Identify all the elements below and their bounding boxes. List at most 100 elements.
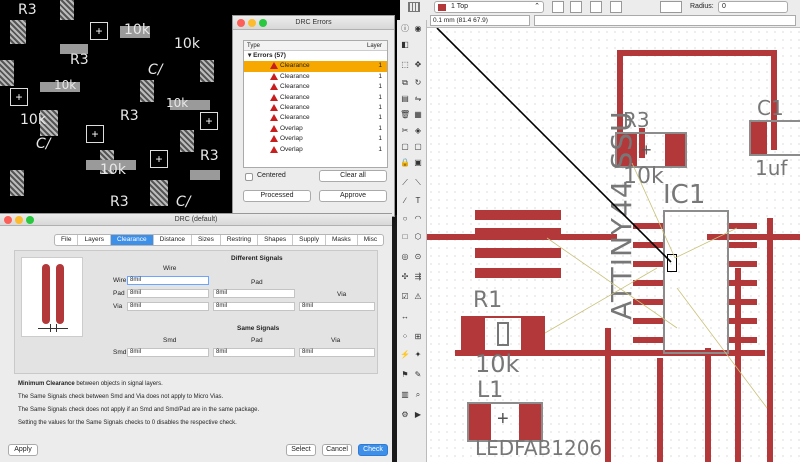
rotate-icon[interactable]: ↻ bbox=[413, 78, 423, 88]
optimize-icon[interactable]: ✎ bbox=[413, 370, 423, 380]
layers-icon[interactable]: ◧ bbox=[400, 40, 410, 50]
error-row[interactable]: Clearance 1 bbox=[244, 72, 387, 82]
command-line-input[interactable] bbox=[534, 15, 796, 26]
group-icon[interactable]: ▦ bbox=[413, 110, 423, 120]
tab-file[interactable]: File bbox=[55, 235, 79, 245]
layer-select[interactable]: 1 Top ⌃ bbox=[434, 1, 544, 13]
centered-checkbox[interactable] bbox=[245, 173, 253, 181]
error-row[interactable]: Overlap 1 bbox=[244, 145, 387, 155]
zoom-icon[interactable] bbox=[259, 19, 267, 27]
smd-pad-input[interactable]: 8mil bbox=[213, 348, 295, 357]
change-icon[interactable]: ▣ bbox=[413, 158, 423, 168]
select-button[interactable]: Select bbox=[286, 444, 316, 456]
pcb-canvas[interactable]: + R3 10k C1 1uf IC1 ATTINY44 SSU R1 10k … bbox=[427, 28, 800, 462]
close-icon[interactable] bbox=[237, 19, 245, 27]
pad-wire-input[interactable]: 8mil bbox=[127, 289, 209, 298]
circle-icon[interactable]: ○ bbox=[400, 214, 410, 224]
grid-dots-icon[interactable]: ⁘ bbox=[400, 332, 410, 342]
paste-icon[interactable]: ▤ bbox=[400, 94, 410, 104]
value-icon[interactable]: ▢ bbox=[400, 142, 410, 152]
error-group[interactable]: ▾ Errors (57) bbox=[244, 51, 387, 61]
tab-supply[interactable]: Supply bbox=[293, 235, 326, 245]
rect-icon[interactable]: □ bbox=[400, 232, 410, 242]
errors-icon[interactable]: ⚠ bbox=[413, 292, 423, 302]
via-wire-input[interactable]: 8mil bbox=[127, 302, 209, 311]
smd-smd-input[interactable]: 8mil bbox=[127, 348, 209, 357]
mirror-icon[interactable]: ⇋ bbox=[413, 94, 423, 104]
delete-icon[interactable]: 🗑 bbox=[400, 110, 410, 120]
drc-titlebar[interactable]: DRC (default) bbox=[0, 214, 392, 226]
smd-via-input[interactable]: 8mil bbox=[299, 348, 375, 357]
error-row[interactable]: Overlap 1 bbox=[244, 134, 387, 144]
autorouter-icon[interactable]: ⇶ bbox=[413, 272, 423, 282]
lock-icon[interactable]: 🔒 bbox=[400, 158, 410, 168]
error-row[interactable]: Overlap 1 bbox=[244, 124, 387, 134]
copy-icon[interactable]: ⧉ bbox=[400, 78, 410, 88]
measure-icon[interactable]: ↔ bbox=[400, 312, 410, 322]
pad-pad-input[interactable]: 8mil bbox=[213, 289, 295, 298]
clear-all-button[interactable]: Clear all bbox=[319, 170, 387, 182]
error-row[interactable]: Clearance 1 bbox=[244, 93, 387, 103]
bend-style-icon[interactable] bbox=[610, 1, 622, 13]
error-row[interactable]: Clearance 1 bbox=[244, 113, 387, 123]
drc-errors-titlebar[interactable]: DRC Errors bbox=[233, 16, 394, 30]
drc-icon[interactable]: ⊞ bbox=[413, 332, 423, 342]
close-icon[interactable] bbox=[4, 216, 12, 224]
drc-tabs[interactable]: File Layers Clearance Distance Sizes Restring… bbox=[54, 234, 385, 246]
via-icon[interactable]: ◎ bbox=[400, 252, 410, 262]
drc-icon[interactable]: ☑ bbox=[400, 292, 410, 302]
wire-wire-input[interactable]: 8mil bbox=[127, 276, 209, 285]
error-list[interactable]: Type Layer ▾ Errors (57) Clearance 1 Clear… bbox=[243, 40, 388, 168]
attribute-icon[interactable]: ✦ bbox=[413, 350, 423, 360]
erc-check-icon[interactable]: ⚑ bbox=[400, 370, 410, 380]
zoom-icon[interactable]: ⌕ bbox=[413, 390, 423, 400]
tab-masks[interactable]: Masks bbox=[326, 235, 358, 245]
ripup-icon[interactable]: ⟍ bbox=[413, 178, 423, 188]
route-icon[interactable]: ⟋ bbox=[400, 178, 410, 188]
arc-icon[interactable]: ◠ bbox=[413, 214, 423, 224]
smash-icon[interactable]: ◈ bbox=[413, 126, 423, 136]
ratsnest-icon[interactable]: ✣ bbox=[400, 272, 410, 282]
tab-shapes[interactable]: Shapes bbox=[258, 235, 294, 245]
processed-button[interactable]: Processed bbox=[243, 190, 311, 202]
wire-style-icon[interactable] bbox=[552, 1, 564, 13]
ulp-icon[interactable]: ▶ bbox=[413, 410, 423, 420]
error-row[interactable]: Clearance 1 bbox=[244, 103, 387, 113]
tab-distance[interactable]: Distance bbox=[154, 235, 192, 245]
hole-icon[interactable]: ⊙ bbox=[413, 252, 423, 262]
split-icon[interactable]: ✂ bbox=[400, 126, 410, 136]
zoom-icon[interactable] bbox=[26, 216, 34, 224]
name-icon[interactable]: ▢ bbox=[413, 142, 423, 152]
approve-button[interactable]: Approve bbox=[319, 190, 387, 202]
error-row[interactable]: Clearance 1 bbox=[244, 61, 387, 72]
tab-restring[interactable]: Restring bbox=[221, 235, 259, 245]
check-button[interactable]: Check bbox=[358, 444, 388, 456]
text-icon[interactable]: T bbox=[413, 196, 423, 206]
via-pad-input[interactable]: 8mil bbox=[213, 302, 295, 311]
info-icon[interactable]: ⓘ bbox=[400, 24, 410, 34]
tab-misc[interactable]: Misc bbox=[358, 235, 383, 245]
drc-errors-window[interactable]: DRC Errors Type Layer ▾ Errors (57) Clea… bbox=[232, 15, 395, 217]
apply-button[interactable]: Apply bbox=[8, 444, 38, 456]
select-icon[interactable]: ⬚ bbox=[400, 60, 410, 70]
wire-icon[interactable]: ∕ bbox=[400, 196, 410, 206]
script-icon[interactable]: ⚙ bbox=[400, 410, 410, 420]
erc-icon[interactable]: ⚡ bbox=[400, 350, 410, 360]
error-row[interactable]: Clearance 1 bbox=[244, 82, 387, 92]
radius-input[interactable]: 0 bbox=[718, 1, 788, 13]
via-via-input[interactable]: 8mil bbox=[299, 302, 375, 311]
eye-icon[interactable]: ◉ bbox=[413, 24, 423, 34]
polygon-icon[interactable]: ⬡ bbox=[413, 232, 423, 242]
tab-sizes[interactable]: Sizes bbox=[192, 235, 221, 245]
sch-icon[interactable]: ▥ bbox=[400, 390, 410, 400]
tab-layers[interactable]: Layers bbox=[78, 235, 111, 245]
grid-icon[interactable] bbox=[408, 2, 420, 12]
bend-style-icon[interactable] bbox=[590, 1, 602, 13]
minimize-icon[interactable] bbox=[248, 19, 256, 27]
bend-style-icon[interactable] bbox=[570, 1, 582, 13]
width-select[interactable] bbox=[660, 1, 682, 13]
move-icon[interactable]: ✥ bbox=[413, 60, 423, 70]
drc-dialog[interactable]: DRC (default) File Layers Clearance Distanc… bbox=[0, 213, 392, 462]
tab-clearance[interactable]: Clearance bbox=[111, 235, 154, 245]
minimize-icon[interactable] bbox=[15, 216, 23, 224]
